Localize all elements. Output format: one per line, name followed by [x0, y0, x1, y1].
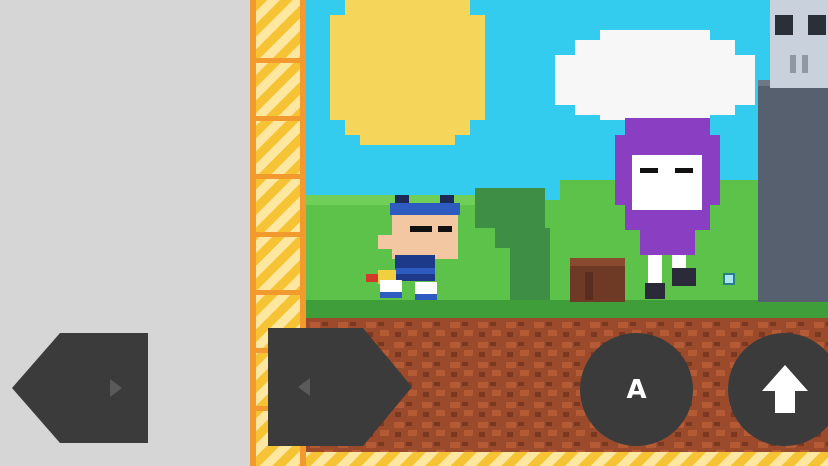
grass-ledge	[306, 300, 828, 318]
bottom-frame	[306, 452, 828, 466]
action-a-button[interactable]: A	[580, 333, 693, 446]
dpad-right-button[interactable]	[268, 328, 414, 446]
dpad-left-button[interactable]	[10, 333, 150, 443]
jump-button[interactable]	[728, 333, 828, 446]
tree-stump	[570, 258, 625, 302]
small-gem	[723, 273, 735, 285]
action-a-label: A	[626, 374, 647, 405]
cloud	[555, 30, 755, 120]
sun	[330, 0, 485, 145]
arrow-up-icon	[762, 365, 808, 413]
